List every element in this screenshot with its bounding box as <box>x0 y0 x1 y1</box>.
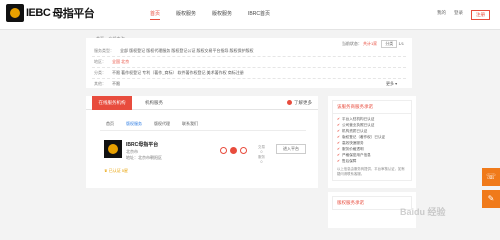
nav-item-copyright[interactable]: 版权服务 <box>212 10 232 20</box>
filter-values[interactable]: 不限 <box>112 81 120 86</box>
learn-more-label: 了解更多 <box>294 100 312 105</box>
promise-item: 售后保障 <box>337 158 407 164</box>
sub-tabs: 首页 版权服务 版权代理 联系我们 <box>106 121 198 127</box>
login-link[interactable]: 登录 <box>454 10 463 20</box>
provider-stats: 交易 0 服务 0 <box>258 145 265 165</box>
more-link[interactable]: 更多 ▾ <box>386 81 397 87</box>
results-tabs: 在线服务机构 机构服务 了解更多 <box>86 96 318 110</box>
provider-rating: ♛ 已认证 5星 <box>104 168 129 173</box>
subtab-contact[interactable]: 联系我们 <box>182 121 198 127</box>
filter-row-category: 分类： 不限 著作权登记 专利（著作_商标） 软件著作权登记 美术著作权 商标注册 <box>94 70 244 76</box>
subtab-services[interactable]: 版权服务 <box>126 121 142 127</box>
subtab-agency[interactable]: 版权代理 <box>154 121 170 127</box>
filter-panel: 当前状态： 共计1家 分类 1/1 服务类型： 全部 版权登记 版权代理服务 版权… <box>86 38 412 88</box>
shield-badge-icon <box>240 147 247 154</box>
sort-select[interactable]: 分类 <box>381 40 398 48</box>
main-nav: 首页 版权服务 版权服务 IBRC首页 <box>150 10 270 20</box>
promise-box: 该服务商服务承诺 平台入驻机构已认证 公司营业执照已认证 机构资质已认证 版权登… <box>332 100 412 181</box>
user-link[interactable]: 我的 <box>437 10 446 20</box>
status-row: 当前状态： 共计1家 分类 1/1 <box>342 40 404 48</box>
question-icon <box>287 100 292 106</box>
filter-values[interactable]: 全国 北京 <box>112 59 129 64</box>
filter-key: 其他： <box>94 81 106 86</box>
nav-item-home[interactable]: 首页 <box>150 10 161 20</box>
tab-online-services[interactable]: 在线服务机构 <box>92 96 132 110</box>
site-logo[interactable]: IEBC 母指平台 <box>6 4 95 22</box>
enter-platform-button[interactable]: 进入平台 <box>276 144 306 154</box>
filter-values[interactable]: 全部 版权登记 版权代理服务 版权登记公证 版权交易平台指导 版权保护版权 <box>120 48 254 53</box>
divider <box>92 56 406 57</box>
provider-logo-icon[interactable] <box>104 140 122 158</box>
learn-more-link[interactable]: 了解更多 <box>287 96 312 110</box>
status-value: 共计1家 <box>362 41 378 46</box>
register-button[interactable]: 注册 <box>471 10 490 20</box>
divider <box>92 78 406 79</box>
results-panel: 在线服务机构 机构服务 了解更多 首页 版权服务 版权代理 联系我们 IBRC母… <box>86 96 318 188</box>
stat-value: 0 <box>260 160 263 164</box>
filter-row-region: 地区： 全国 北京 <box>94 59 129 65</box>
top-navbar: IEBC 母指平台 首页 版权服务 版权服务 IBRC首页 我的 登录 注册 <box>0 0 500 30</box>
promise-note: 以上信息由服务商提供，平台审核认证，如有疑问请联系客服。 <box>337 167 405 176</box>
tab-institution-services[interactable]: 机构服务 <box>134 96 174 110</box>
nav-item-services[interactable]: 版权服务 <box>176 10 196 20</box>
divider <box>92 67 406 68</box>
logo-icon <box>6 4 24 22</box>
certification-badges <box>220 147 247 154</box>
promise-list: 平台入驻机构已认证 公司营业执照已认证 机构资质已认证 版权登记（著作权）已认证… <box>333 114 411 166</box>
edit-icon[interactable]: ✎ <box>482 190 500 208</box>
status-label: 当前状态： <box>341 41 362 46</box>
nav-item-ibrc[interactable]: IBRC首页 <box>248 10 270 20</box>
provider-address: 地址：北京市朝阳区 <box>126 155 162 160</box>
service-promise-sidebar: 该服务商服务承诺 平台入驻机构已认证 公司营业执照已认证 机构资质已认证 版权登… <box>328 96 416 188</box>
filter-key: 地区： <box>94 59 106 64</box>
promise-title: 该服务商服务承诺 <box>333 101 411 114</box>
filter-row-service: 服务类型： 全部 版权登记 版权代理服务 版权登记公证 版权交易平台指导 版权保护… <box>94 48 254 54</box>
user-links: 我的 登录 注册 <box>437 10 490 20</box>
filter-values[interactable]: 不限 著作权登记 专利（著作_商标） 软件著作权登记 美术著作权 商标注册 <box>112 70 244 75</box>
certified-badge-icon <box>220 147 227 154</box>
logo-suffix: 母指平台 <box>52 8 95 20</box>
filter-row-other: 其他： 不限 <box>94 81 120 87</box>
filter-key: 分类： <box>94 70 106 75</box>
filter-key: 服务类型： <box>94 48 114 53</box>
subtab-home[interactable]: 首页 <box>106 121 114 127</box>
phone-icon[interactable]: ☏ <box>482 168 500 186</box>
logo-text: IEBC <box>26 7 51 19</box>
sort-label: 分类 <box>385 41 394 46</box>
verified-badge-icon <box>230 147 237 154</box>
divider <box>100 130 306 131</box>
provider-name[interactable]: IBRC母指平台 <box>126 141 158 148</box>
watermark: Baidu 经验 <box>400 207 446 217</box>
page-indicator: 1/1 <box>398 41 404 46</box>
